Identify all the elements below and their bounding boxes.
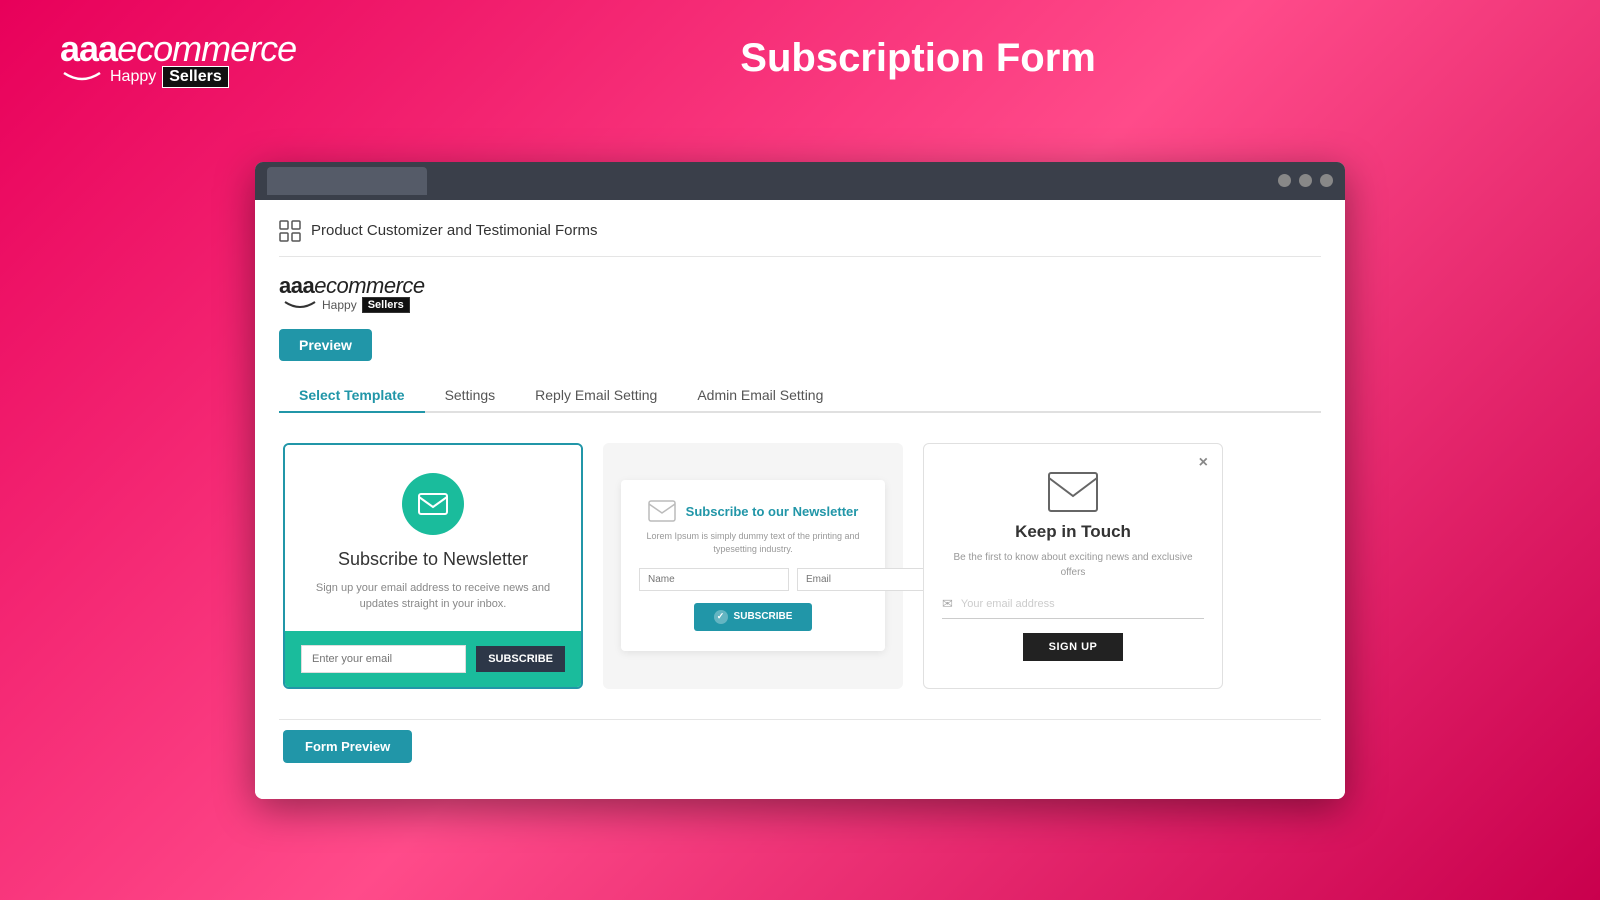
template-3-close-icon[interactable]: × [1199,454,1208,472]
template-card-3[interactable]: × Keep in Touch Be the first to know abo… [923,443,1223,689]
app-header: Product Customizer and Testimonial Forms [279,220,1321,257]
template-1-icon-circle [402,473,464,535]
header-logo-text: aaaecommerce [60,28,296,70]
form-preview-button[interactable]: Form Preview [283,730,412,763]
tab-select-template[interactable]: Select Template [279,379,425,413]
template-1-desc: Sign up your email address to receive ne… [305,580,561,613]
browser-dot-2 [1299,174,1312,187]
template-1-subscribe-button[interactable]: SUBSCRIBE [476,646,565,672]
template-1-email-input[interactable] [301,645,466,673]
template-3-email-row: ✉ Your email address [942,596,1204,619]
tab-admin-email-setting[interactable]: Admin Email Setting [677,379,843,413]
app-content: Product Customizer and Testimonial Forms… [255,200,1345,799]
page-title: Subscription Form [296,36,1540,81]
tab-settings[interactable]: Settings [425,379,516,413]
browser-dot-3 [1320,174,1333,187]
browser-dot-1 [1278,174,1291,187]
header-tagline: Happy Sellers [60,66,229,88]
template-2-fields [639,568,867,591]
envelope-icon-1 [417,488,449,520]
browser-window: Product Customizer and Testimonial Forms… [255,162,1345,799]
browser-bar [255,162,1345,200]
inner-smile-icon [283,300,317,310]
template-card-1[interactable]: Subscribe to Newsletter Sign up your ema… [283,443,583,689]
template-2-desc: Lorem Ipsum is simply dummy text of the … [639,530,867,555]
template-3-email-placeholder: Your email address [961,598,1055,610]
envelope-icon-2 [648,500,676,522]
smile-icon [60,71,104,83]
preview-button[interactable]: Preview [279,329,372,361]
template-1-title: Subscribe to Newsletter [338,549,528,570]
template-2-btn-label: SUBSCRIBE [734,611,793,622]
template-3-email-icon: ✉ [942,596,953,612]
envelope-icon-3 [1048,472,1098,512]
inner-logo-tagline: Happy Sellers [283,297,410,313]
header-sellers-badge: Sellers [162,66,228,88]
template-1-footer: SUBSCRIBE [285,631,581,687]
inner-logo-text: aaaecommerce [279,273,425,299]
template-2-name-input[interactable] [639,568,789,591]
template-2-subscribe-button[interactable]: ✓ SUBSCRIBE [694,603,813,631]
template-2-title: Subscribe to our Newsletter [686,504,859,519]
page-header: aaaecommerce Happy Sellers Subscription … [0,28,1600,88]
app-header-title: Product Customizer and Testimonial Forms [311,222,598,239]
template-3-title: Keep in Touch [1015,522,1131,542]
header-happy-text: Happy [110,68,156,86]
logo-aaa-part: aaa [60,28,117,69]
inner-sellers-badge: Sellers [362,297,410,313]
logo-ecommerce-part: ecommerce [117,28,296,69]
inner-happy-text: Happy [322,298,357,312]
template-card-2-header: Subscribe to our Newsletter [648,500,859,522]
grid-icon [279,220,301,242]
browser-controls [1278,174,1333,187]
header-logo: aaaecommerce Happy Sellers [60,28,296,88]
template-3-desc: Be the first to know about exciting news… [942,550,1204,580]
template-card-2[interactable]: Subscribe to our Newsletter Lorem Ipsum … [603,443,903,689]
template-card-2-inner: Subscribe to our Newsletter Lorem Ipsum … [621,480,885,650]
browser-tab [267,167,427,195]
template-card-1-body: Subscribe to Newsletter Sign up your ema… [285,445,581,631]
inner-logo: aaaecommerce Happy Sellers [279,273,1321,313]
templates-area: Subscribe to Newsletter Sign up your ema… [279,433,1321,709]
tabs-bar: Select Template Settings Reply Email Set… [279,379,1321,413]
inner-logo-aaa: aaa [279,273,314,298]
inner-logo-ecommerce: ecommerce [314,273,424,298]
bottom-area: Form Preview [279,719,1321,779]
template-2-btn-icon: ✓ [714,610,728,624]
tab-reply-email-setting[interactable]: Reply Email Setting [515,379,677,413]
template-3-signup-button[interactable]: SIGN UP [1023,633,1124,661]
